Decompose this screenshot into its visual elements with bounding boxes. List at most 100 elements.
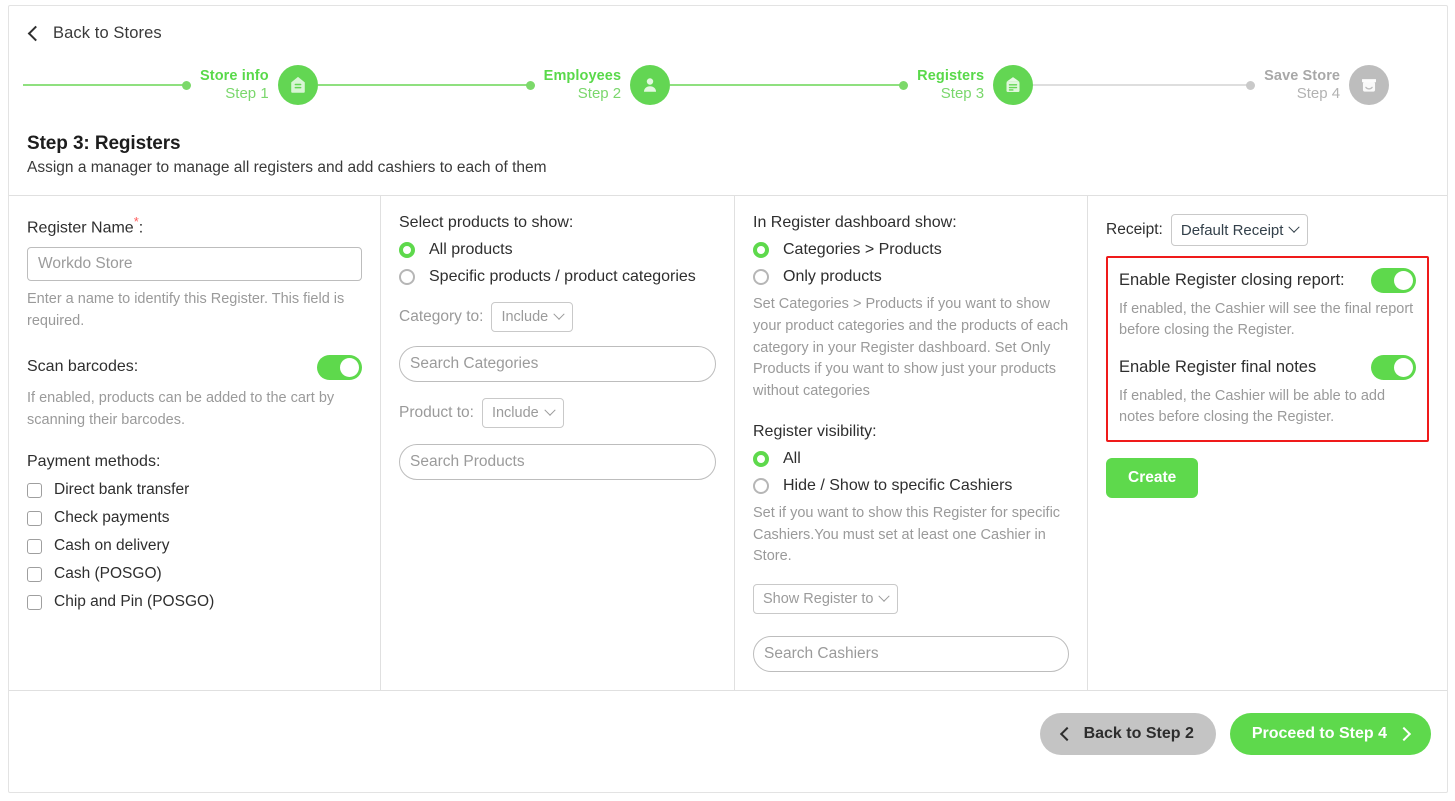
payment-method-label: Chip and Pin (POSGO): [54, 593, 215, 611]
dashboard-show-title: In Register dashboard show:: [753, 214, 957, 231]
back-to-stores-link[interactable]: Back to Stores: [9, 6, 1447, 43]
chevron-down-icon: [553, 308, 565, 320]
category-to-select[interactable]: Include: [491, 302, 574, 332]
final-notes-row: Enable Register final notes: [1119, 355, 1416, 381]
payment-method-label: Direct bank transfer: [54, 481, 190, 499]
radio-icon[interactable]: [753, 477, 769, 494]
stepper-step-3[interactable]: Registers Step 3: [670, 65, 1034, 105]
radio-only-products[interactable]: Only products: [753, 268, 1069, 286]
radio-icon[interactable]: [753, 269, 769, 285]
final-notes-help: If enabled, the Cashier will be able to …: [1119, 388, 1386, 426]
radio-all-products[interactable]: All products: [399, 241, 716, 259]
proceed-to-step-4-label: Proceed to Step 4: [1251, 725, 1387, 742]
chevron-down-icon: [878, 590, 891, 602]
closing-report-toggle[interactable]: [1371, 268, 1416, 293]
column-receipt-settings: Receipt: Default Receipt Enable Register…: [1088, 196, 1447, 690]
checkbox-icon[interactable]: [27, 594, 42, 610]
stepper-step-1[interactable]: Store info Step 1: [23, 65, 318, 105]
settings-columns: Register Name*: Enter a name to identify…: [9, 196, 1447, 690]
checkbox-icon[interactable]: [27, 538, 42, 554]
chevron-down-icon: [544, 404, 556, 416]
proceed-to-step-4-button[interactable]: Proceed to Step 4: [1229, 713, 1431, 755]
register-name-colon: :: [138, 219, 144, 237]
stepper-sub-2: Step 2: [577, 84, 622, 102]
radio-icon[interactable]: [399, 269, 415, 285]
category-to-label: Category to:: [399, 308, 484, 325]
closing-report-help: If enabled, the Cashier will see the fin…: [1119, 301, 1414, 339]
search-products-input[interactable]: [399, 444, 716, 480]
column-register-details: Register Name*: Enter a name to identify…: [9, 196, 381, 690]
page-heading: Step 3: Registers Assign a manager to ma…: [9, 117, 1447, 177]
search-cashiers-input[interactable]: [753, 636, 1069, 672]
stepper-text-4: Save Store Step 4: [1264, 68, 1340, 102]
stepper-title-1: Store info: [200, 68, 269, 85]
register-name-input[interactable]: [27, 247, 362, 282]
payment-methods-label: Payment methods:: [27, 453, 161, 471]
radio-categories-products[interactable]: Categories > Products: [753, 241, 1069, 259]
radio-visibility-specific[interactable]: Hide / Show to specific Cashiers: [753, 477, 1069, 495]
page-subtitle: Assign a manager to manage all registers…: [27, 159, 547, 176]
product-to-label: Product to:: [399, 404, 474, 421]
show-register-to-value: Show Register to: [763, 591, 874, 607]
checkbox-icon[interactable]: [27, 510, 42, 526]
radio-specific-products-label: Specific products / product categories: [429, 268, 696, 285]
payment-method-item[interactable]: Check payments: [27, 509, 362, 527]
stepper-title-3: Registers: [917, 68, 985, 85]
receipt-value: Default Receipt: [1180, 221, 1284, 239]
stepper-dot-1: [182, 80, 191, 90]
radio-icon-selected[interactable]: [399, 242, 415, 258]
radio-visibility-all-label: All: [783, 449, 801, 467]
closing-report-row: Enable Register closing report:: [1119, 268, 1416, 293]
payment-method-item[interactable]: Cash (POSGO): [27, 565, 362, 583]
stepper-step-4[interactable]: Save Store Step 4: [1033, 65, 1390, 105]
receipt-select[interactable]: Default Receipt: [1170, 214, 1309, 246]
shop-face-icon: [1349, 65, 1390, 105]
stepper-title-4: Save Store: [1264, 68, 1341, 85]
register-name-label: Register Name*:: [27, 214, 362, 237]
toggle-knob: [1394, 271, 1413, 290]
stepper-line-2: [317, 84, 527, 86]
radio-visibility-all[interactable]: All: [753, 450, 1069, 468]
stepper-dot-2: [525, 80, 535, 90]
checkbox-icon[interactable]: [27, 482, 42, 498]
register-visibility-title: Register visibility:: [753, 422, 877, 440]
create-button[interactable]: Create: [1106, 458, 1199, 499]
chevron-left-icon: [1059, 726, 1074, 742]
product-to-select[interactable]: Include: [481, 398, 564, 428]
final-notes-toggle[interactable]: [1371, 355, 1416, 381]
radio-icon-selected[interactable]: [753, 450, 769, 467]
product-to-row: Product to: Include: [399, 398, 716, 428]
checkbox-icon[interactable]: [27, 566, 42, 582]
radio-specific-products[interactable]: Specific products / product categories: [399, 268, 716, 286]
payment-method-label: Cash (POSGO): [54, 565, 162, 583]
scan-barcodes-help: If enabled, products can be added to the…: [27, 389, 335, 428]
show-register-to-select[interactable]: Show Register to: [753, 584, 899, 614]
stepper-sub-1: Step 1: [225, 84, 269, 102]
payment-method-label: Cash on delivery: [54, 537, 170, 555]
closing-report-label: Enable Register closing report:: [1119, 271, 1345, 289]
receipt-label: Receipt:: [1106, 221, 1163, 238]
user-icon: [630, 65, 671, 105]
register-receipt-icon: [993, 65, 1034, 105]
radio-categories-products-label: Categories > Products: [783, 241, 942, 258]
stepper-text-1: Store info Step 1: [200, 68, 269, 102]
column-product-selection: Select products to show: All products Sp…: [381, 196, 735, 690]
dashboard-show-help: Set Categories > Products if you want to…: [753, 296, 1069, 399]
scan-barcodes-toggle[interactable]: [317, 354, 362, 380]
payment-method-label: Check payments: [54, 509, 170, 527]
stepper-dot-3: [899, 80, 909, 90]
payment-method-item[interactable]: Chip and Pin (POSGO): [27, 593, 362, 611]
chevron-down-icon: [1288, 221, 1301, 233]
scan-barcodes-row: Scan barcodes:: [27, 354, 362, 380]
stepper-line-3: [670, 84, 901, 86]
payment-method-item[interactable]: Direct bank transfer: [27, 481, 362, 499]
stepper-step-2[interactable]: Employees Step 2: [317, 65, 671, 105]
back-to-step-2-button[interactable]: Back to Step 2: [1039, 713, 1216, 755]
register-name-label-text: Register Name: [27, 219, 134, 237]
wizard-stepper: Store info Step 1 Employees Step 2 Regis…: [23, 53, 1433, 117]
select-products-title: Select products to show:: [399, 214, 574, 231]
category-to-row: Category to: Include: [399, 302, 716, 332]
search-categories-input[interactable]: [399, 346, 716, 382]
radio-icon-selected[interactable]: [753, 242, 769, 258]
payment-method-item[interactable]: Cash on delivery: [27, 537, 362, 555]
